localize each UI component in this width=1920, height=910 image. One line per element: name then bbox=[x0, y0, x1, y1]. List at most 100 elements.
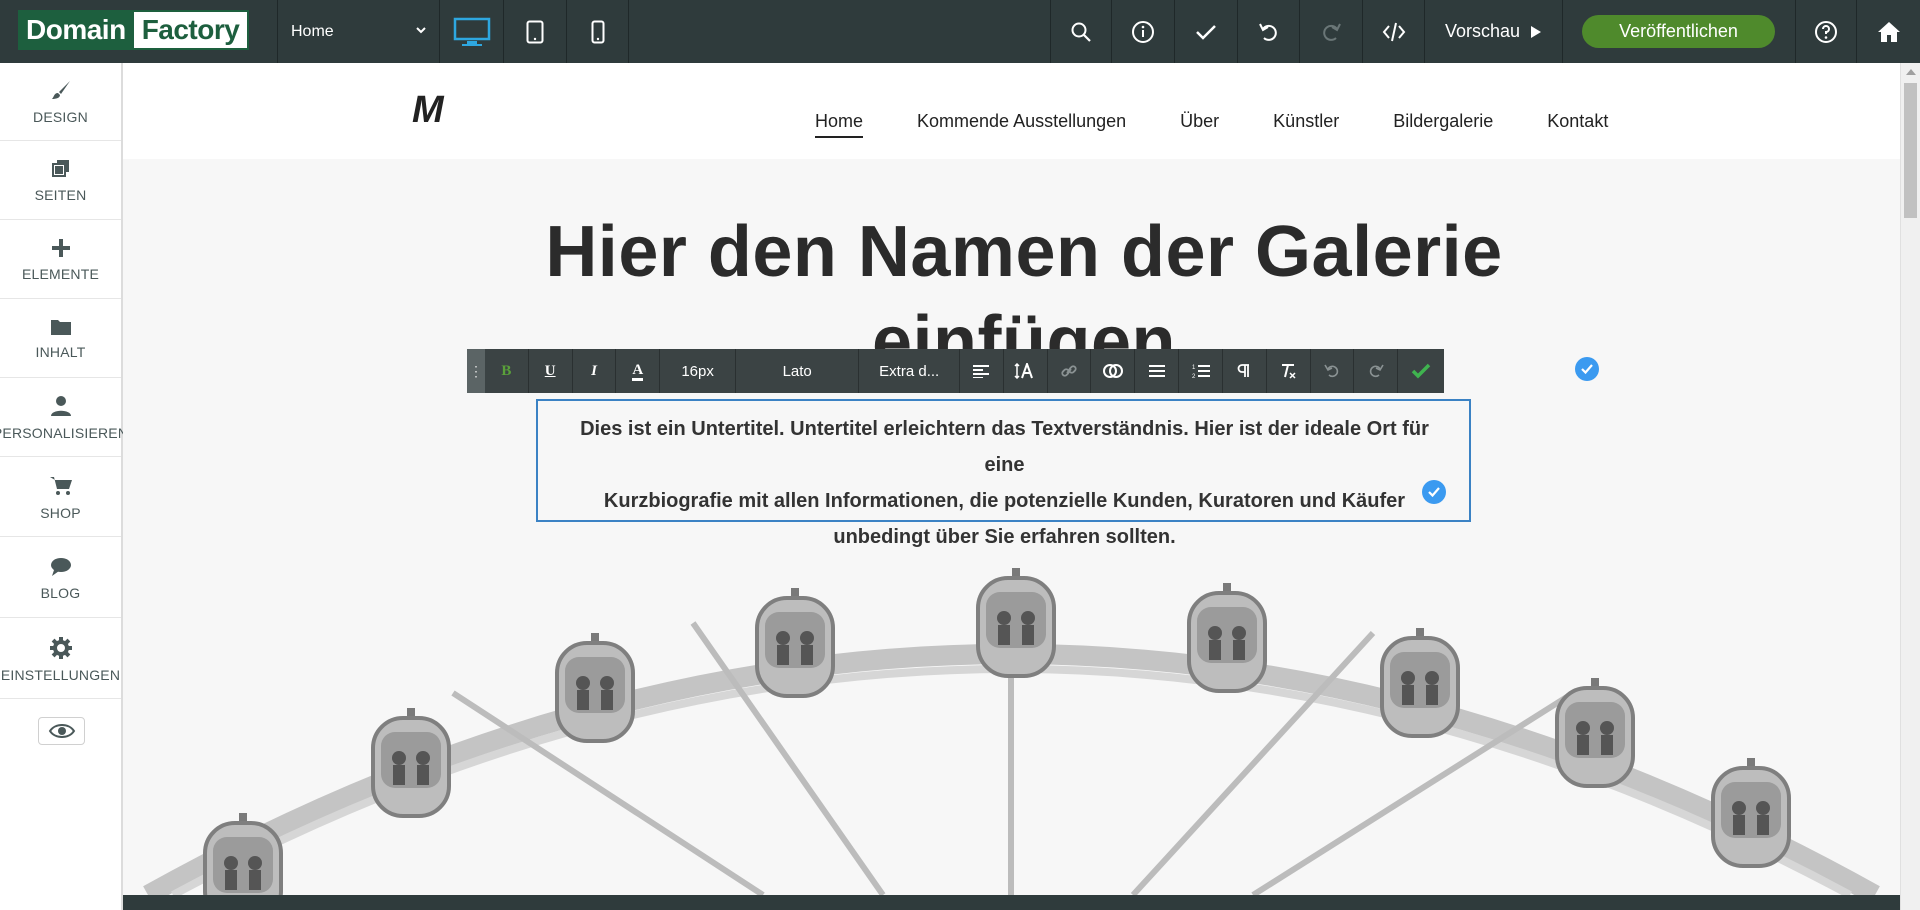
clear-format-button[interactable] bbox=[1267, 349, 1311, 393]
link-button[interactable] bbox=[1048, 349, 1092, 393]
undo-icon bbox=[1324, 364, 1339, 378]
nav-item-home[interactable]: Home bbox=[815, 111, 864, 138]
bullet-list-button[interactable] bbox=[1135, 349, 1180, 393]
site-navigation: Home Kommende Ausstellungen Über Künstle… bbox=[815, 111, 1662, 138]
search-button[interactable] bbox=[1050, 0, 1112, 63]
font-family-select[interactable]: Lato bbox=[736, 349, 860, 393]
home-button[interactable] bbox=[1857, 0, 1920, 63]
font-weight-select[interactable]: Extra d... bbox=[859, 349, 960, 393]
confirm-button[interactable] bbox=[1175, 0, 1238, 63]
subtitle-line: Dies ist ein Untertitel. Untertitel erle… bbox=[580, 418, 1429, 476]
drag-handle[interactable]: ⋮ bbox=[467, 349, 485, 393]
sidebar-item-label: INHALT bbox=[35, 343, 86, 360]
website-canvas: M Home Kommende Ausstellungen Über Künst… bbox=[123, 63, 1900, 895]
sidebar-item-elemente[interactable]: ELEMENTE bbox=[0, 221, 121, 299]
sidebar-item-label: DESIGN bbox=[33, 108, 88, 125]
sidebar-item-label: SHOP bbox=[40, 504, 81, 521]
subtitle-selected-badge[interactable] bbox=[1422, 480, 1446, 504]
sidebar-item-einstellungen[interactable]: EINSTELLUNGEN bbox=[0, 621, 121, 699]
underline-button[interactable]: U bbox=[529, 349, 573, 393]
tablet-view-button[interactable] bbox=[504, 0, 567, 63]
check-icon bbox=[1196, 24, 1216, 40]
home-icon bbox=[1877, 21, 1900, 42]
line-height-button[interactable] bbox=[1004, 349, 1048, 393]
help-button[interactable] bbox=[1795, 0, 1857, 63]
sidebar-item-blog[interactable]: BLOG bbox=[0, 540, 121, 618]
mobile-view-button[interactable] bbox=[567, 0, 629, 63]
nav-item-kommende-ausstellungen[interactable]: Kommende Ausstellungen bbox=[917, 111, 1126, 138]
code-button[interactable] bbox=[1363, 0, 1425, 63]
subtitle-line: Kurzbiografie mit allen Informationen, d… bbox=[603, 490, 1406, 512]
font-color-button[interactable]: A bbox=[616, 349, 661, 393]
align-button[interactable] bbox=[960, 349, 1004, 393]
check-icon bbox=[1428, 487, 1440, 498]
preview-label: Vorschau bbox=[1444, 21, 1521, 41]
sidebar-item-label: SEITEN bbox=[34, 186, 87, 203]
svg-text:1: 1 bbox=[1192, 365, 1196, 371]
desktop-view-button[interactable] bbox=[441, 0, 504, 63]
info-button[interactable] bbox=[1112, 0, 1175, 63]
hide-elements-toggle[interactable] bbox=[38, 717, 85, 745]
anchor-link-button[interactable] bbox=[1091, 349, 1136, 393]
info-icon bbox=[1132, 20, 1154, 43]
font-size-select[interactable]: 16px bbox=[660, 349, 736, 393]
site-logo[interactable]: M bbox=[412, 89, 444, 132]
nav-item-ueber[interactable]: Über bbox=[1180, 111, 1219, 138]
eye-icon bbox=[48, 724, 75, 738]
sidebar-item-seiten[interactable]: SEITEN bbox=[0, 142, 121, 220]
sidebar-item-label: ELEMENTE bbox=[21, 265, 100, 282]
page-select-dropdown[interactable]: Home bbox=[277, 0, 440, 63]
undo-button[interactable] bbox=[1238, 0, 1300, 63]
left-sidebar: DESIGN SEITEN ELEMENTE INHALT PERSONALIS… bbox=[0, 63, 128, 910]
paragraph-icon bbox=[1237, 364, 1250, 377]
svg-text:2: 2 bbox=[1192, 374, 1196, 379]
line-height-icon bbox=[1014, 363, 1034, 379]
subtitle-text-box[interactable]: Dies ist ein Untertitel. Untertitel erle… bbox=[536, 399, 1471, 548]
numbered-list-icon: 12 bbox=[1192, 365, 1210, 379]
sidebar-item-shop[interactable]: SHOP bbox=[0, 459, 121, 537]
logo-part-domain: Domain bbox=[20, 12, 134, 48]
editor-redo-button[interactable] bbox=[1354, 349, 1399, 393]
numbered-list-button[interactable]: 12 bbox=[1179, 349, 1223, 393]
check-icon bbox=[1411, 363, 1431, 379]
nav-item-kuenstler[interactable]: Künstler bbox=[1273, 111, 1339, 138]
redo-button[interactable] bbox=[1300, 0, 1363, 63]
selected-element-badge[interactable] bbox=[1575, 357, 1599, 381]
paragraph-button[interactable] bbox=[1223, 349, 1267, 393]
scroll-up-arrow[interactable] bbox=[1906, 69, 1916, 75]
nav-item-kontakt[interactable]: Kontakt bbox=[1547, 111, 1608, 138]
align-left-icon bbox=[973, 365, 990, 378]
logo-part-factory: Factory bbox=[133, 12, 248, 48]
user-icon bbox=[50, 395, 71, 416]
subtitle-text[interactable]: Dies ist ein Untertitel. Untertitel erle… bbox=[558, 411, 1451, 555]
folder-icon bbox=[50, 319, 71, 335]
preview-button[interactable]: Vorschau bbox=[1425, 0, 1563, 63]
sidebar-item-personalisieren[interactable]: PERSONALISIEREN bbox=[0, 379, 128, 457]
canvas-scrollbar[interactable] bbox=[1900, 63, 1920, 910]
pages-icon bbox=[51, 159, 69, 177]
sidebar-item-label: PERSONALISIEREN bbox=[0, 424, 129, 441]
desktop-icon bbox=[453, 17, 491, 46]
publish-button[interactable]: Veröffentlichen bbox=[1582, 15, 1775, 48]
hero-title-line: Hier den Namen der Galerie bbox=[545, 212, 1503, 292]
bullet-list-icon bbox=[1148, 365, 1165, 377]
chevron-down-icon bbox=[416, 27, 426, 34]
nav-item-bildergalerie[interactable]: Bildergalerie bbox=[1393, 111, 1493, 138]
italic-button[interactable]: I bbox=[573, 349, 617, 393]
editor-apply-button[interactable] bbox=[1398, 349, 1444, 393]
domainfactory-logo[interactable]: Domain Factory bbox=[18, 10, 250, 50]
scrollbar-thumb[interactable] bbox=[1904, 83, 1917, 218]
sidebar-item-design[interactable]: DESIGN bbox=[0, 63, 121, 141]
link-icon bbox=[1061, 365, 1077, 377]
sidebar-item-label: EINSTELLUNGEN bbox=[0, 666, 121, 683]
search-icon bbox=[1071, 22, 1091, 42]
editor-undo-button[interactable] bbox=[1311, 349, 1355, 393]
help-icon bbox=[1815, 20, 1837, 43]
redo-icon bbox=[1323, 23, 1341, 41]
bold-button[interactable]: B bbox=[485, 349, 529, 393]
mobile-icon bbox=[591, 20, 604, 43]
chain-icon bbox=[1102, 364, 1123, 378]
sidebar-item-inhalt[interactable]: INHALT bbox=[0, 300, 121, 378]
redo-icon bbox=[1369, 364, 1384, 378]
brush-icon bbox=[51, 80, 70, 99]
